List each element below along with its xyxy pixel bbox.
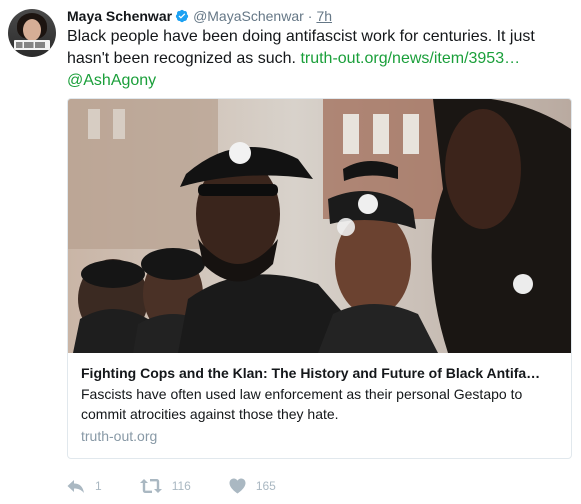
avatar[interactable]: [8, 9, 56, 57]
tweet-mention[interactable]: @AshAgony: [67, 70, 567, 92]
like-button[interactable]: 165: [229, 478, 276, 494]
reply-button[interactable]: 1: [67, 478, 102, 494]
card-image[interactable]: [68, 99, 571, 353]
retweet-count: 116: [171, 479, 191, 493]
retweet-button[interactable]: 116: [139, 478, 191, 494]
link-card[interactable]: Fighting Cops and the Klan: The History …: [67, 98, 572, 459]
card-domain: truth-out.org: [81, 428, 158, 444]
verified-badge-icon: [175, 9, 189, 23]
tweet-text: Black people have been doing antifascist…: [67, 26, 567, 92]
tweet-actions: 1 116 165: [67, 476, 314, 496]
display-name[interactable]: Maya Schenwar: [67, 8, 172, 24]
card-description: Fascists have often used law enforcement…: [81, 386, 523, 422]
heart-icon: [229, 478, 246, 494]
card-title[interactable]: Fighting Cops and the Klan: The History …: [81, 363, 558, 383]
tweet-header: Maya Schenwar @MayaSchenwar · 7h: [67, 6, 332, 26]
retweet-icon: [139, 479, 162, 493]
user-handle[interactable]: @MayaSchenwar: [193, 8, 304, 24]
tweet-link[interactable]: truth-out.org/news/item/3953…: [300, 50, 520, 67]
reply-count: 1: [95, 479, 102, 493]
reply-icon: [67, 480, 84, 493]
card-body[interactable]: Fighting Cops and the Klan: The History …: [68, 353, 571, 446]
like-count: 165: [255, 479, 276, 493]
tweet: Maya Schenwar @MayaSchenwar · 7h Black p…: [0, 0, 581, 504]
timestamp[interactable]: 7h: [316, 8, 332, 24]
separator: ·: [307, 8, 313, 24]
